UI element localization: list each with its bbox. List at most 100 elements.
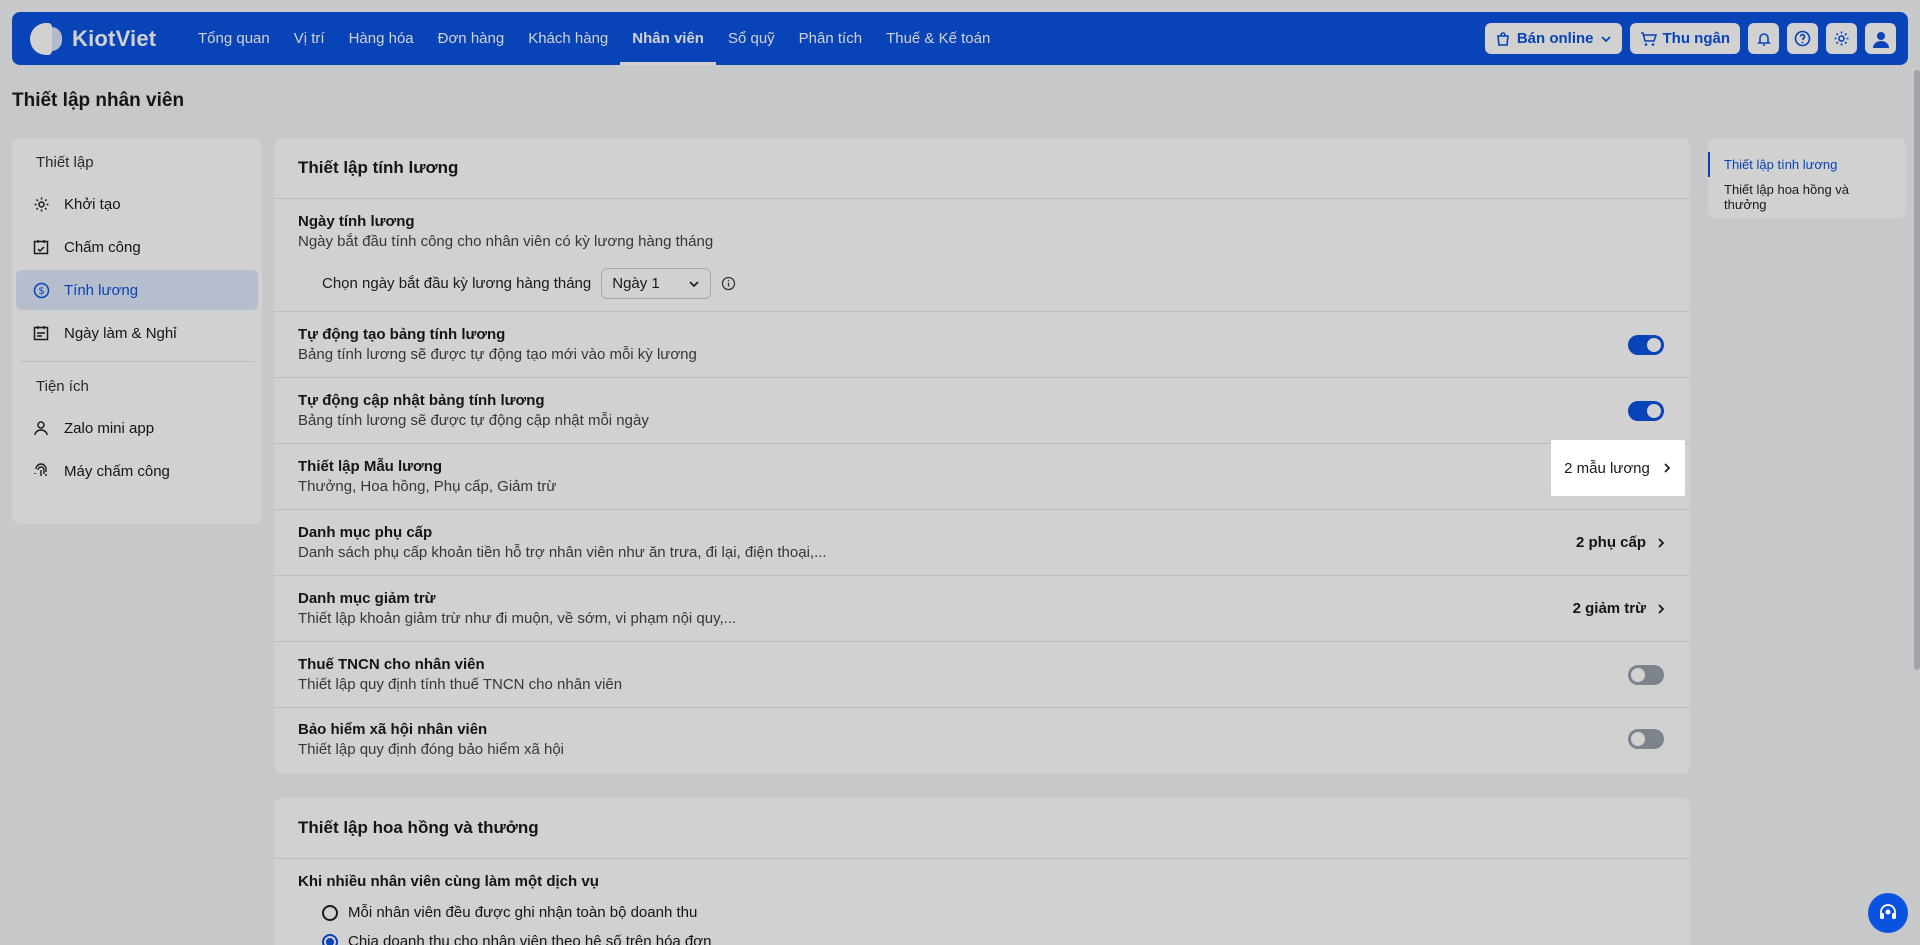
radio-button-checked[interactable] xyxy=(322,933,338,945)
nav-vi-tri[interactable]: Vị trí xyxy=(282,12,337,65)
allowances-link[interactable]: 2 phụ cấp xyxy=(1576,534,1666,551)
nav-don-hang[interactable]: Đơn hàng xyxy=(426,12,517,65)
tax-toggle[interactable] xyxy=(1628,664,1664,685)
allowances-title: Danh mục phụ cấp xyxy=(298,524,433,541)
sidebar-item-label: Khởi tạo xyxy=(64,195,121,213)
main-nav: Tổng quan Vị trí Hàng hóa Đơn hàng Khách… xyxy=(186,12,1002,65)
deductions-link[interactable]: 2 giảm trừ xyxy=(1573,600,1666,617)
commission-option-full[interactable]: Mỗi nhân viên đều được ghi nhận toàn bộ … xyxy=(274,898,1690,927)
nav-tong-quan[interactable]: Tổng quan xyxy=(186,12,282,65)
nav-nhan-vien[interactable]: Nhân viên xyxy=(620,12,716,65)
insurance-title: Bảo hiểm xã hội nhân viên xyxy=(298,720,488,738)
page-scrollbar[interactable] xyxy=(1914,70,1920,670)
deductions-desc: Thiết lập khoản giảm trừ như đi muộn, về… xyxy=(298,610,737,627)
nav-thue-ke-toan[interactable]: Thuế & Kế toán xyxy=(874,12,1002,65)
account-button[interactable] xyxy=(1865,23,1896,54)
pay-day-select-label: Chọn ngày bắt đầu kỳ lương hàng tháng xyxy=(322,275,592,292)
sell-online-label: Bán online xyxy=(1516,30,1594,47)
auto-create-row: Tự động tạo bảng tính lương Bảng tính lư… xyxy=(274,312,1690,378)
radio-button[interactable] xyxy=(322,904,338,921)
page-title: Thiết lập nhân viên xyxy=(12,90,185,111)
nav-so-quy[interactable]: Sổ quỹ xyxy=(716,12,787,65)
pay-day-title: Ngày tính lương xyxy=(298,213,415,230)
allowances-desc: Danh sách phụ cấp khoản tiền hỗ trợ nhân… xyxy=(298,544,827,561)
nav-hang-hoa[interactable]: Hàng hóa xyxy=(337,12,426,65)
user-icon xyxy=(32,419,50,437)
commission-option-label: Mỗi nhân viên đều được ghi nhận toàn bộ … xyxy=(348,904,698,921)
salary-templates-row: Thiết lập Mẫu lương Thưởng, Hoa hồng, Ph… xyxy=(274,444,1690,510)
sidebar-item-label: Chấm công xyxy=(64,238,141,256)
shop-bag-icon xyxy=(1496,31,1509,46)
toc-payroll[interactable]: Thiết lập tính lương xyxy=(1708,152,1906,177)
help-icon xyxy=(1794,30,1811,47)
cashier-label: Thu ngân xyxy=(1662,30,1731,47)
pay-day-select-row: Chọn ngày bắt đầu kỳ lương hàng tháng Ng… xyxy=(274,268,1690,299)
support-chat-button[interactable] xyxy=(1868,893,1908,933)
commission-option-split[interactable]: Chia doanh thu cho nhân viên theo hệ số … xyxy=(274,927,1690,945)
auto-create-toggle[interactable] xyxy=(1628,334,1664,355)
tax-desc: Thiết lập quy định tính thuế TNCN cho nh… xyxy=(298,676,623,693)
nav-khach-hang[interactable]: Khách hàng xyxy=(516,12,620,65)
sidebar-item-may-cham-cong[interactable]: Máy chấm công xyxy=(16,451,258,491)
settings-sidebar: Thiết lập Khởi tạo Chấm công $ Tính lươn… xyxy=(12,138,262,524)
gear-icon xyxy=(32,195,50,213)
pay-day-select-value: Ngày 1 xyxy=(612,275,660,292)
sidebar-item-cham-cong[interactable]: Chấm công xyxy=(16,227,258,267)
toc-commission[interactable]: Thiết lập hoa hồng và thưởng xyxy=(1708,177,1906,217)
commission-question: Khi nhiều nhân viên cùng làm một dịch vụ xyxy=(298,873,599,890)
info-icon[interactable] xyxy=(721,276,736,291)
insurance-desc: Thiết lập quy định đóng bảo hiểm xã hội xyxy=(298,740,565,758)
help-button[interactable] xyxy=(1787,23,1818,54)
payroll-settings-card: Thiết lập tính lương Ngày tính lương Ngà… xyxy=(274,138,1690,774)
chevron-right-icon xyxy=(1658,537,1665,548)
sidebar-heading-setup: Thiết lập xyxy=(36,154,94,171)
chevron-right-icon xyxy=(1664,463,1671,473)
pay-day-desc: Ngày bắt đầu tính công cho nhân viên có … xyxy=(298,233,714,250)
salary-templates-link[interactable]: 2 mẫu lương xyxy=(1551,440,1685,496)
tax-row: Thuế TNCN cho nhân viên Thiết lập quy đị… xyxy=(274,642,1690,708)
sidebar-item-ngay-lam-nghi[interactable]: Ngày làm & Nghỉ xyxy=(16,313,258,353)
page-table-of-contents: Thiết lập tính lương Thiết lập hoa hồng … xyxy=(1708,138,1906,218)
auto-update-row: Tự động cập nhật bảng tính lương Bảng tí… xyxy=(274,378,1690,444)
calendar-check-icon xyxy=(32,238,50,256)
nav-phan-tich[interactable]: Phân tích xyxy=(787,12,874,65)
fingerprint-icon xyxy=(32,462,50,480)
chevron-right-icon xyxy=(1658,603,1665,614)
commission-card-title: Thiết lập hoa hồng và thưởng xyxy=(274,798,1690,859)
sidebar-item-tinh-luong[interactable]: $ Tính lương xyxy=(16,270,258,310)
sidebar-item-label: Zalo mini app xyxy=(64,419,155,437)
commission-settings-card: Thiết lập hoa hồng và thưởng Khi nhiều n… xyxy=(274,798,1690,945)
payroll-card-title: Thiết lập tính lương xyxy=(274,138,1690,199)
insurance-toggle[interactable] xyxy=(1628,729,1664,749)
bell-icon xyxy=(1756,32,1771,46)
deductions-count: 2 giảm trừ xyxy=(1572,600,1646,617)
pay-day-select[interactable]: Ngày 1 xyxy=(601,268,712,299)
calendar-icon xyxy=(32,324,50,342)
auto-create-desc: Bảng tính lương sẽ được tự động tạo mới … xyxy=(298,346,697,363)
allowances-count: 2 phụ cấp xyxy=(1575,534,1646,551)
sidebar-item-label: Tính lương xyxy=(64,281,139,299)
brand-name: KiotViet xyxy=(72,25,157,51)
sidebar-item-khoi-tao[interactable]: Khởi tạo xyxy=(16,184,258,224)
commission-option-label: Chia doanh thu cho nhân viên theo hệ số … xyxy=(348,933,712,945)
gear-icon xyxy=(1834,31,1849,46)
chevron-down-icon xyxy=(1600,35,1611,42)
salary-templates-title: Thiết lập Mẫu lương xyxy=(298,458,443,475)
chevron-down-icon xyxy=(689,280,699,287)
top-navigation-bar: KiotViet Tổng quan Vị trí Hàng hóa Đơn h… xyxy=(12,12,1908,65)
notification-button[interactable] xyxy=(1748,23,1779,54)
cashier-button[interactable]: Thu ngân xyxy=(1629,23,1740,54)
avatar-icon xyxy=(1872,31,1889,48)
auto-update-toggle[interactable] xyxy=(1628,400,1664,421)
sidebar-item-zalo-mini-app[interactable]: Zalo mini app xyxy=(16,408,258,448)
svg-text:$: $ xyxy=(38,286,44,297)
settings-button[interactable] xyxy=(1826,23,1857,54)
kiotviet-logo[interactable]: KiotViet xyxy=(28,21,168,57)
deductions-row: Danh mục giảm trừ Thiết lập khoản giảm t… xyxy=(274,576,1690,642)
deductions-title: Danh mục giảm trừ xyxy=(298,590,436,607)
sidebar-item-label: Ngày làm & Nghỉ xyxy=(64,324,177,342)
sell-online-button[interactable]: Bán online xyxy=(1484,23,1622,54)
salary-templates-count: 2 mẫu lương xyxy=(1564,459,1650,477)
auto-create-title: Tự động tạo bảng tính lương xyxy=(298,326,506,343)
allowances-row: Danh mục phụ cấp Danh sách phụ cấp khoản… xyxy=(274,510,1690,576)
